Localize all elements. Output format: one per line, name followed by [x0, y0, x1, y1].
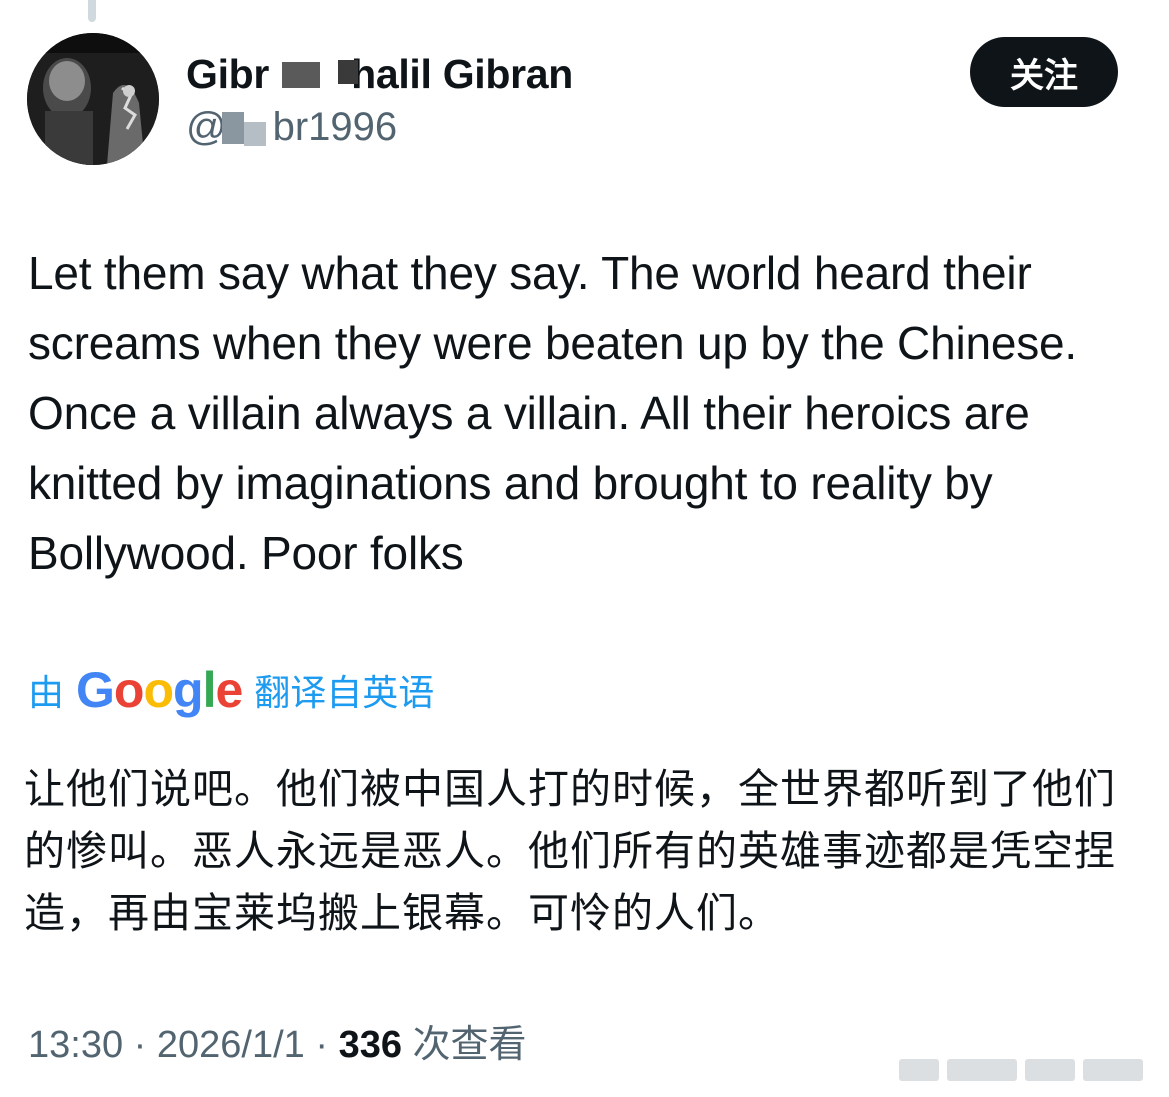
watermark-blur — [899, 1057, 1159, 1083]
handle-suffix: br1996 — [272, 105, 398, 149]
display-name-left: Gibr — [186, 51, 270, 97]
translation-suffix: 翻译自英语 — [254, 672, 435, 713]
views-count: 336 — [338, 1024, 402, 1066]
meta-separator: · — [123, 1024, 157, 1066]
display-name-right: halil Gibran — [351, 51, 574, 97]
translation-prefix: 由 — [28, 672, 65, 713]
follow-button[interactable]: 关注 — [970, 37, 1118, 107]
avatar-photo-icon — [27, 33, 159, 165]
avatar[interactable] — [27, 33, 159, 165]
tweet-meta: 13:30 · 2026/1/1 · 336 次查看 — [28, 1018, 527, 1072]
user-handle[interactable]: @ br1996 — [186, 104, 397, 150]
translation-attribution[interactable]: 由 Google 翻译自英语 — [28, 660, 434, 720]
tweet-text: Let them say what they say. The world he… — [28, 247, 1078, 579]
name-redaction-block — [282, 62, 320, 88]
views-label: 次查看 — [401, 1024, 527, 1066]
handle-redaction-block — [222, 112, 244, 144]
display-name[interactable]: Gibr halil Gibran — [186, 50, 573, 98]
handle-redaction-block — [244, 122, 266, 146]
thread-connector-line — [88, 0, 96, 22]
name-redaction-block — [338, 60, 358, 84]
tweet-date[interactable]: 2026/1/1 — [157, 1024, 305, 1066]
handle-prefix: @ — [186, 105, 227, 149]
tweet-time[interactable]: 13:30 — [28, 1024, 123, 1066]
google-logo-icon: Google — [76, 662, 243, 718]
meta-separator: · — [304, 1024, 339, 1066]
translated-text: 让他们说吧。他们被中国人打的时候，全世界都听到了他们的惨叫。恶人永远是恶人。他们… — [24, 766, 1116, 936]
